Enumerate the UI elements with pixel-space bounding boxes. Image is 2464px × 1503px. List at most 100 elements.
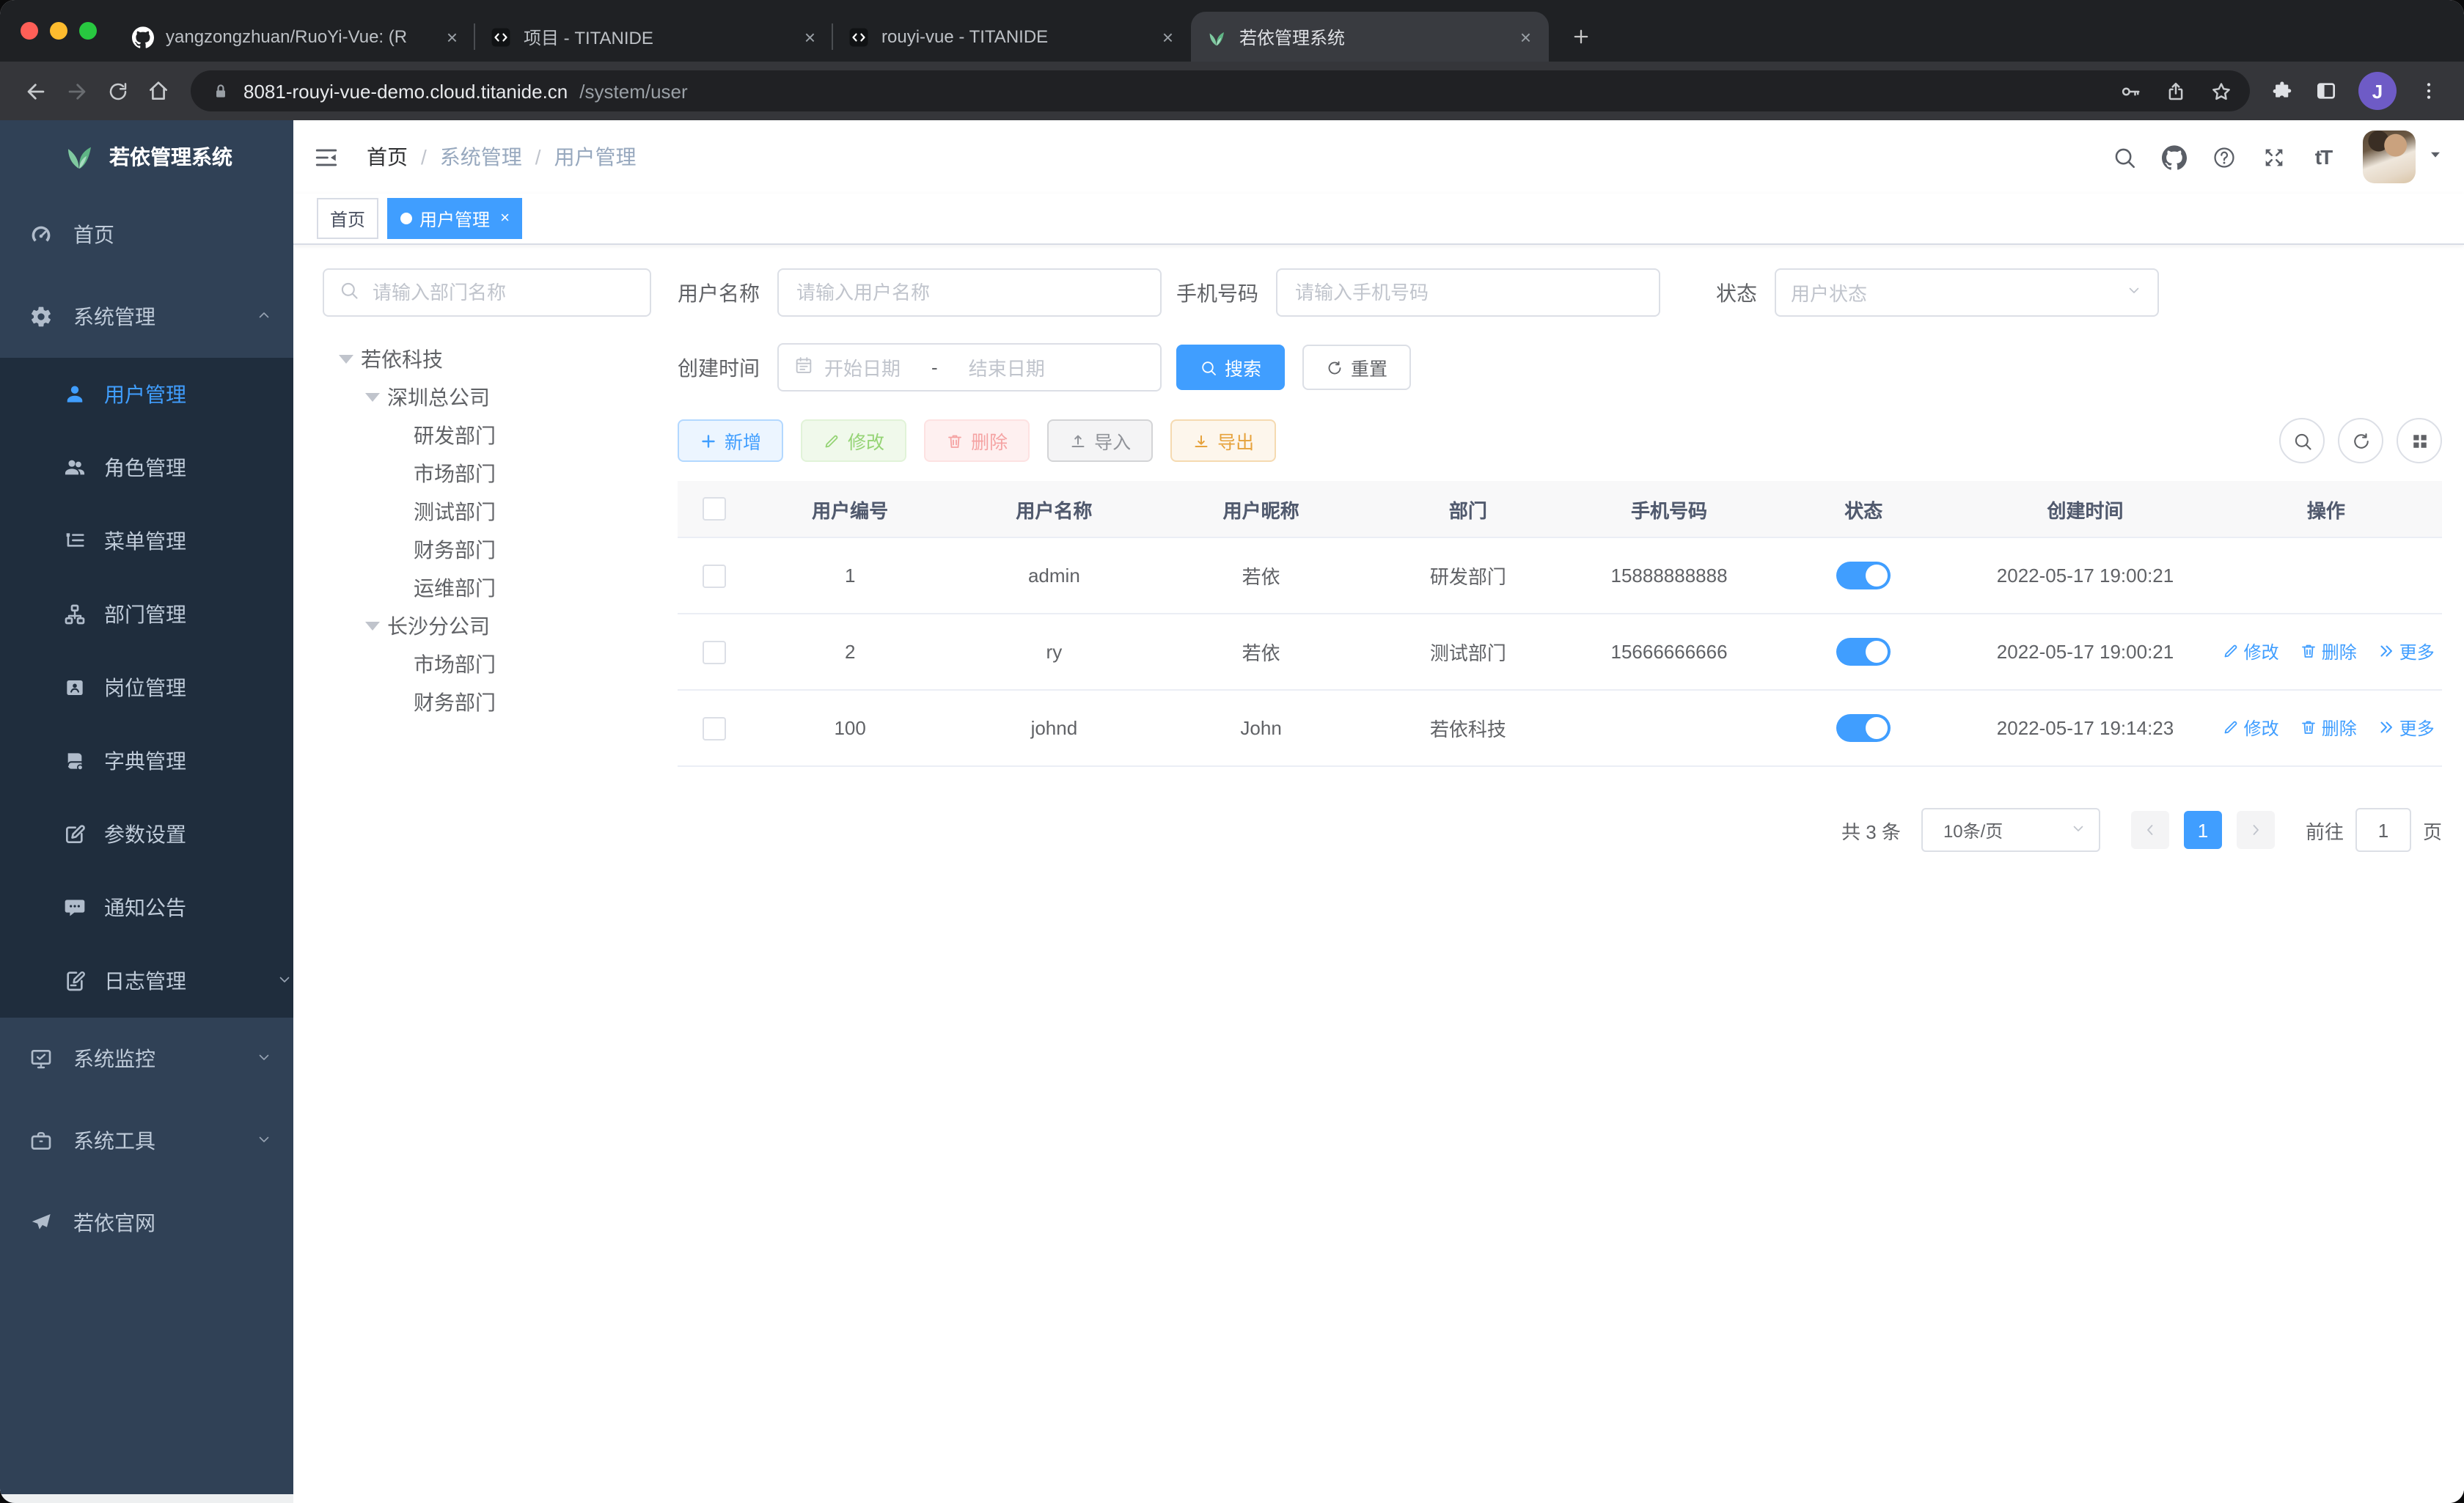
help-button[interactable] (2199, 120, 2248, 194)
browser-tab[interactable]: rouyi-vue - TITANIDE × (833, 12, 1191, 62)
search-button[interactable]: 搜索 (1176, 345, 1286, 390)
status-toggle[interactable] (1836, 638, 1891, 666)
row-checkbox[interactable] (702, 564, 726, 588)
sidebar-item-首页[interactable]: 首页 (0, 194, 293, 276)
sidebar-item-菜单管理[interactable]: 菜单管理 (0, 504, 293, 578)
row-checkbox[interactable] (702, 640, 726, 664)
tab-close-icon[interactable]: × (1517, 26, 1534, 48)
row-修改-link[interactable]: 修改 (2222, 716, 2279, 741)
user-avatar[interactable] (2363, 131, 2416, 183)
prev-page-button[interactable] (2130, 811, 2169, 849)
zoom-window-button[interactable] (79, 22, 97, 40)
dept-search-field[interactable] (370, 280, 635, 305)
tab-close-icon[interactable]: × (1159, 26, 1176, 48)
key-button[interactable] (2119, 80, 2141, 102)
row-删除-link[interactable]: 删除 (2300, 716, 2357, 741)
browser-tab[interactable]: yangzongzhuan/RuoYi-Vue: (R × (117, 12, 475, 62)
github-link-button[interactable] (2149, 120, 2199, 194)
text-size-button[interactable]: tT (2298, 120, 2348, 194)
tree-node-运维部门[interactable]: 运维部门 (323, 569, 651, 607)
tree-expand-caret-icon[interactable] (331, 355, 361, 364)
refresh-table-button[interactable] (2338, 418, 2383, 463)
tree-node-研发部门[interactable]: 研发部门 (323, 416, 651, 455)
tree-node-市场部门[interactable]: 市场部门 (323, 645, 651, 683)
tree-expand-caret-icon[interactable] (358, 622, 387, 631)
tree-node-市场部门[interactable]: 市场部门 (323, 455, 651, 493)
browser-tab[interactable]: 若依管理系统 × (1191, 12, 1549, 62)
新增-button[interactable]: 新增 (678, 419, 784, 462)
toggle-search-button[interactable] (2279, 418, 2325, 463)
tree-node-若依科技[interactable]: 若依科技 (323, 340, 651, 378)
tree-node-深圳总公司[interactable]: 深圳总公司 (323, 378, 651, 416)
close-window-button[interactable] (21, 22, 38, 40)
tree-node-测试部门[interactable]: 测试部门 (323, 493, 651, 531)
browser-menu-button[interactable] (2417, 79, 2441, 103)
修改-button[interactable]: 修改 (801, 419, 907, 462)
username-input[interactable] (777, 268, 1162, 317)
sidebar-fold-icon[interactable] (314, 120, 358, 194)
browser-tab[interactable]: 项目 - TITANIDE × (475, 12, 833, 62)
home-button[interactable] (138, 70, 179, 111)
tab-close-icon[interactable]: × (802, 26, 818, 48)
tag-用户管理[interactable]: 用户管理 × (387, 198, 523, 239)
sidebar-item-系统工具[interactable]: 系统工具 (0, 1100, 293, 1182)
删除-button[interactable]: 删除 (924, 419, 1030, 462)
column-settings-button[interactable] (2397, 418, 2442, 463)
sidebar-item-通知公告[interactable]: 通知公告 (0, 871, 293, 944)
sidebar-item-参数设置[interactable]: 参数设置 (0, 798, 293, 871)
sidebar-item-系统监控[interactable]: 系统监控 (0, 1018, 293, 1100)
status-toggle[interactable] (1836, 562, 1891, 589)
browser-profile-avatar[interactable]: J (2358, 72, 2397, 110)
row-修改-link[interactable]: 修改 (2222, 639, 2279, 664)
address-bar[interactable]: 8081-rouyi-vue-demo.cloud.titanide.cn/sy… (191, 70, 2250, 111)
forward-button[interactable] (56, 70, 97, 111)
row-checkbox[interactable] (702, 716, 726, 741)
reload-button[interactable] (97, 70, 138, 111)
导入-button[interactable]: 导入 (1047, 419, 1154, 462)
sidebar-item-若依官网[interactable]: 若依官网 (0, 1182, 293, 1264)
star-button[interactable] (2210, 80, 2232, 102)
tag-首页[interactable]: 首页 (317, 198, 379, 239)
status-select[interactable]: 用户状态 (1775, 268, 2159, 317)
side-panel-button[interactable] (2314, 79, 2338, 103)
page-size-select[interactable]: 10条/页 (1921, 808, 2100, 852)
tree-node-财务部门[interactable]: 财务部门 (323, 683, 651, 721)
row-删除-link[interactable]: 删除 (2300, 639, 2357, 664)
select-all-checkbox[interactable] (702, 497, 726, 521)
row-更多-link[interactable]: 更多 (2377, 639, 2435, 664)
status-toggle[interactable] (1836, 714, 1891, 742)
dept-search-input[interactable] (323, 268, 651, 317)
next-page-button[interactable] (2236, 811, 2275, 849)
breadcrumb-item[interactable]: 首页 (367, 142, 408, 172)
tree-expand-caret-icon[interactable] (358, 393, 387, 402)
sidebar-item-日志管理[interactable]: 日志管理 (0, 944, 293, 1018)
phone-field[interactable] (1292, 280, 1644, 305)
reset-button[interactable]: 重置 (1302, 345, 1412, 390)
app-logo[interactable]: 若依管理系统 (0, 120, 293, 194)
avatar-caret-down-icon[interactable] (2427, 147, 2443, 167)
goto-page-input[interactable] (2355, 808, 2411, 852)
date-range-input[interactable]: 开始日期 - 结束日期 (777, 343, 1162, 392)
share-button[interactable] (2165, 80, 2187, 102)
new-tab-button[interactable] (1561, 16, 1602, 57)
current-page-button[interactable]: 1 (2183, 811, 2222, 849)
sidebar-item-岗位管理[interactable]: 岗位管理 (0, 651, 293, 724)
minimize-window-button[interactable] (50, 22, 67, 40)
sidebar-item-用户管理[interactable]: 用户管理 (0, 358, 293, 431)
back-button[interactable] (15, 70, 56, 111)
header-search-button[interactable] (2099, 120, 2149, 194)
导出-button[interactable]: 导出 (1170, 419, 1277, 462)
sidebar-item-系统管理[interactable]: 系统管理 (0, 276, 293, 358)
sidebar-item-字典管理[interactable]: 字典管理 (0, 724, 293, 798)
tree-node-财务部门[interactable]: 财务部门 (323, 531, 651, 569)
extensions-button[interactable] (2270, 79, 2294, 103)
sidebar-item-部门管理[interactable]: 部门管理 (0, 578, 293, 651)
tab-close-icon[interactable]: × (444, 26, 461, 48)
tag-close-icon[interactable]: × (500, 210, 510, 227)
row-更多-link[interactable]: 更多 (2377, 716, 2435, 741)
tree-node-长沙分公司[interactable]: 长沙分公司 (323, 607, 651, 645)
sidebar-item-角色管理[interactable]: 角色管理 (0, 431, 293, 504)
username-field[interactable] (793, 280, 1145, 305)
fullscreen-button[interactable] (2248, 120, 2298, 194)
phone-input[interactable] (1276, 268, 1660, 317)
